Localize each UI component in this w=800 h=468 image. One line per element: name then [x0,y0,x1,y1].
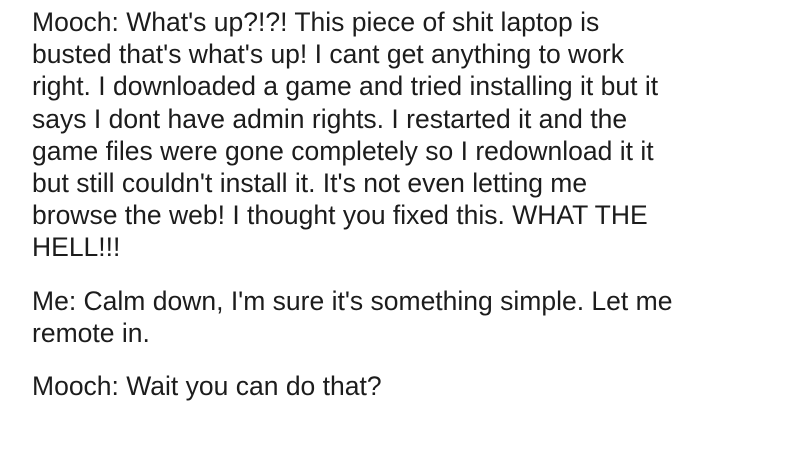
text-line: says I dont have admin rights. I restart… [32,103,628,134]
conversation-text: Mooch: What's up?!?! This piece of shit … [32,6,776,423]
text-line: Mooch: What's up?!?! This piece of shit … [32,7,600,37]
text-line: busted that's what's up! I cant get anyt… [32,39,624,70]
text-line: browse the web! I thought you fixed this… [32,200,648,231]
text-line: Me: Calm down, I'm sure it's something s… [32,285,673,316]
text-line: Mooch: Wait you can do that? [32,371,382,402]
text-line: game files were gone completely so I red… [32,135,654,166]
paragraph-mooch-question: Mooch: Wait you can do that? [32,370,776,402]
text-line: remote in. [32,317,150,348]
text-line: HELL!!! [32,232,121,263]
text-line: but still couldn't install it. It's not … [32,168,588,199]
text-line: right. I downloaded a game and tried ins… [32,71,659,102]
paragraph-me-reply: Me: Calm down, I'm sure it's something s… [32,285,776,349]
paragraph-mooch-complaint: Mooch: What's up?!?! This piece of shit … [32,6,776,264]
